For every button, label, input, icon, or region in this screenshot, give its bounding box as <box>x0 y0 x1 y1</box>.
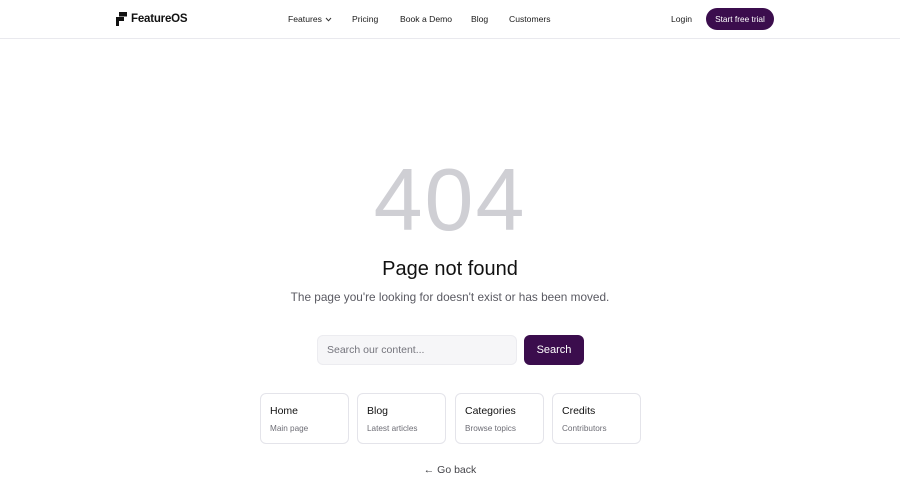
page-title: Page not found <box>382 258 518 280</box>
card-title: Credits <box>562 405 596 417</box>
nav-blog[interactable]: Blog <box>471 13 488 25</box>
brand-name: FeatureOS <box>131 13 188 25</box>
chevron-down-icon <box>325 17 332 22</box>
site-header: FeatureOS Features Pricing Book a Demo B… <box>0 0 900 39</box>
card-description: Latest articles <box>367 424 418 433</box>
card-description: Browse topics <box>465 424 516 433</box>
card-categories[interactable]: Categories Browse topics <box>455 393 544 444</box>
card-home[interactable]: Home Main page <box>260 393 349 444</box>
login-link[interactable]: Login <box>671 13 692 25</box>
card-title: Categories <box>465 405 516 417</box>
card-credits[interactable]: Credits Contributors <box>552 393 641 444</box>
nav-features[interactable]: Features <box>288 13 332 25</box>
error-message: The page you're looking for doesn't exis… <box>290 290 610 304</box>
go-back-link[interactable]: ← Go back <box>424 464 477 476</box>
nav-book-demo[interactable]: Book a Demo <box>400 13 452 25</box>
featureos-logo[interactable]: FeatureOS <box>116 11 188 27</box>
card-blog[interactable]: Blog Latest articles <box>357 393 446 444</box>
nav-features-label: Features <box>288 14 322 24</box>
card-description: Main page <box>270 424 309 433</box>
go-back-row: ← Go back <box>0 463 900 477</box>
error-code: 404 <box>373 150 527 249</box>
card-title: Blog <box>367 405 389 417</box>
start-free-trial-button[interactable]: Start free trial <box>706 8 774 30</box>
nav-customers[interactable]: Customers <box>509 13 551 25</box>
search-button[interactable]: Search <box>524 335 584 365</box>
featureos-logo-icon <box>116 12 127 26</box>
card-description: Contributors <box>562 424 607 433</box>
card-title: Home <box>270 405 299 417</box>
search-input[interactable] <box>317 335 517 365</box>
nav-pricing[interactable]: Pricing <box>352 13 378 25</box>
